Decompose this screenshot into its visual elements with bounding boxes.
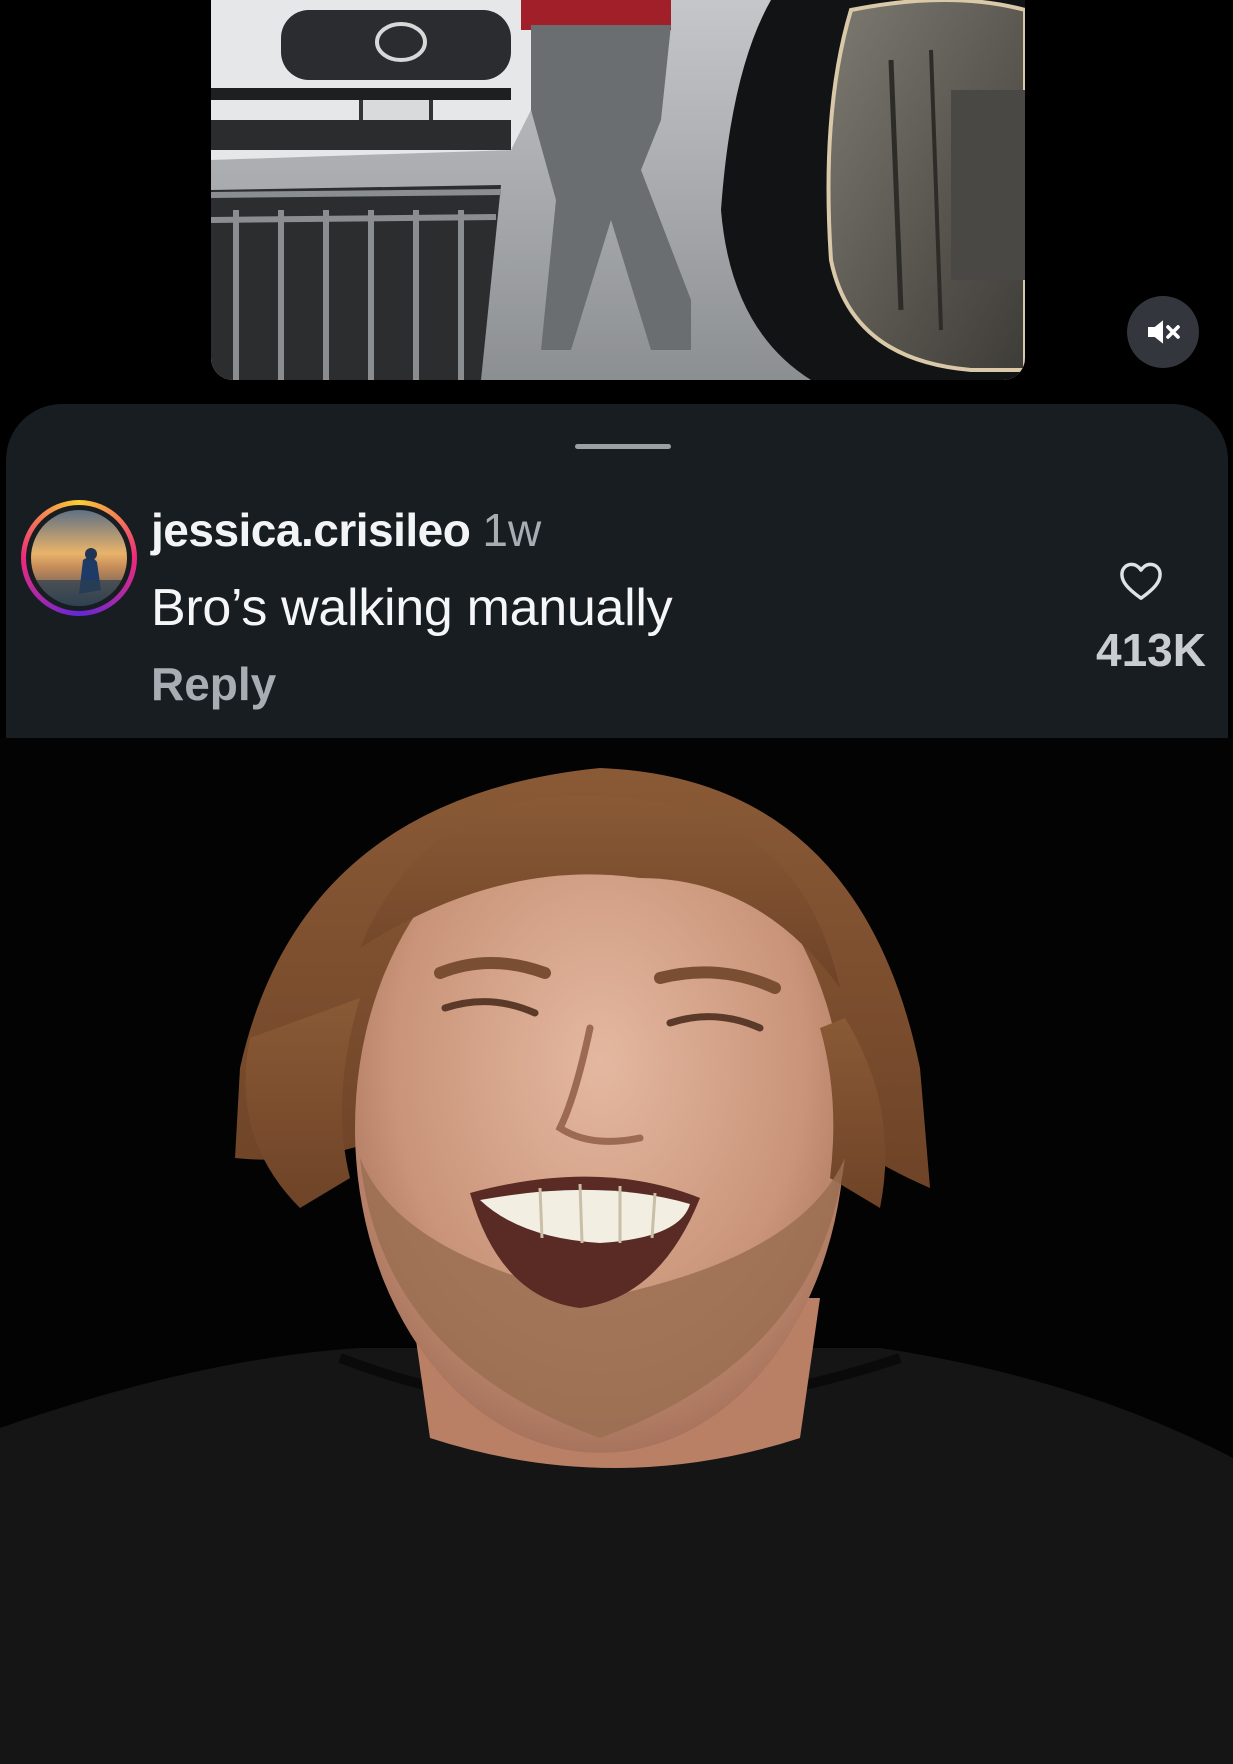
smiling-man-image xyxy=(0,738,1233,1764)
reaction-video[interactable] xyxy=(0,738,1233,1764)
like-count: 413K xyxy=(1096,624,1206,676)
avatar[interactable] xyxy=(31,510,127,606)
comment-sheet: jessica.crisileo 1w Bro’s walking manuall… xyxy=(6,404,1228,738)
mute-toggle-button[interactable] xyxy=(1127,296,1199,368)
video-thumbnail[interactable] xyxy=(211,0,1025,380)
drag-handle[interactable] xyxy=(575,444,671,449)
avatar-image xyxy=(31,510,127,606)
story-ring[interactable] xyxy=(21,500,137,616)
comment-text: Bro’s walking manually xyxy=(151,579,673,637)
comment-username[interactable]: jessica.crisileo xyxy=(151,504,471,556)
street-scene-image xyxy=(211,0,1025,380)
reply-button[interactable]: Reply xyxy=(151,656,276,712)
heart-outline-icon xyxy=(1120,562,1162,600)
speaker-muted-icon xyxy=(1148,320,1180,344)
like-button[interactable] xyxy=(1114,554,1168,608)
comment-header: jessica.crisileo 1w xyxy=(151,502,541,558)
comment-timestamp: 1w xyxy=(482,504,542,556)
